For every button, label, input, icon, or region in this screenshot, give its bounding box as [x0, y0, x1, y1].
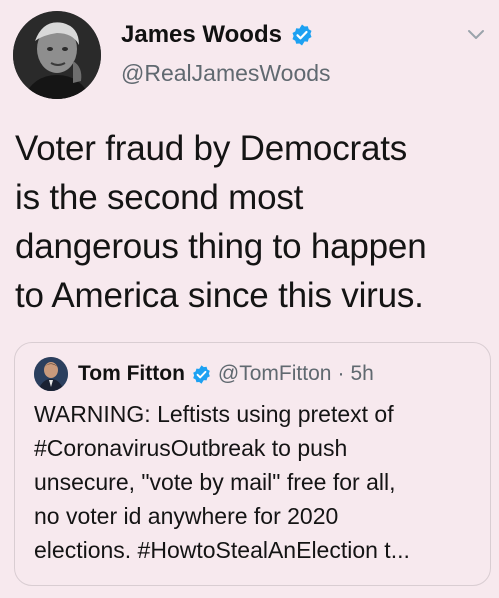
quoted-author-avatar	[34, 357, 68, 391]
author-handle[interactable]: @RealJamesWoods	[121, 60, 331, 87]
chevron-down-icon[interactable]	[467, 26, 485, 44]
quoted-verified-badge-icon	[193, 364, 210, 384]
verified-badge-icon	[292, 24, 312, 46]
tweet-text: Voter fraud by Democrats is the second m…	[15, 129, 427, 315]
quoted-author-handle[interactable]: @TomFitton	[218, 362, 332, 386]
quoted-tweet-text: WARNING: Leftists using pretext of #Coro…	[34, 401, 410, 563]
quoted-separator: ·	[337, 362, 345, 385]
author-display-name[interactable]: James Woods	[121, 21, 282, 49]
author-avatar[interactable]	[13, 11, 101, 99]
quoted-timestamp[interactable]: 5h	[350, 362, 373, 386]
quoted-profile-photo-icon	[34, 357, 68, 391]
tweet: James Woods @RealJamesWoods Voter fraud …	[0, 0, 499, 598]
profile-photo-icon	[13, 11, 101, 99]
author-name-row: James Woods	[121, 21, 314, 49]
quoted-tweet-header: Tom Fitton @TomFitton · 5h	[34, 357, 374, 391]
quoted-tweet-card[interactable]: Tom Fitton @TomFitton · 5h WARNING: Left…	[14, 342, 491, 586]
quoted-author-display-name[interactable]: Tom Fitton	[78, 362, 185, 386]
